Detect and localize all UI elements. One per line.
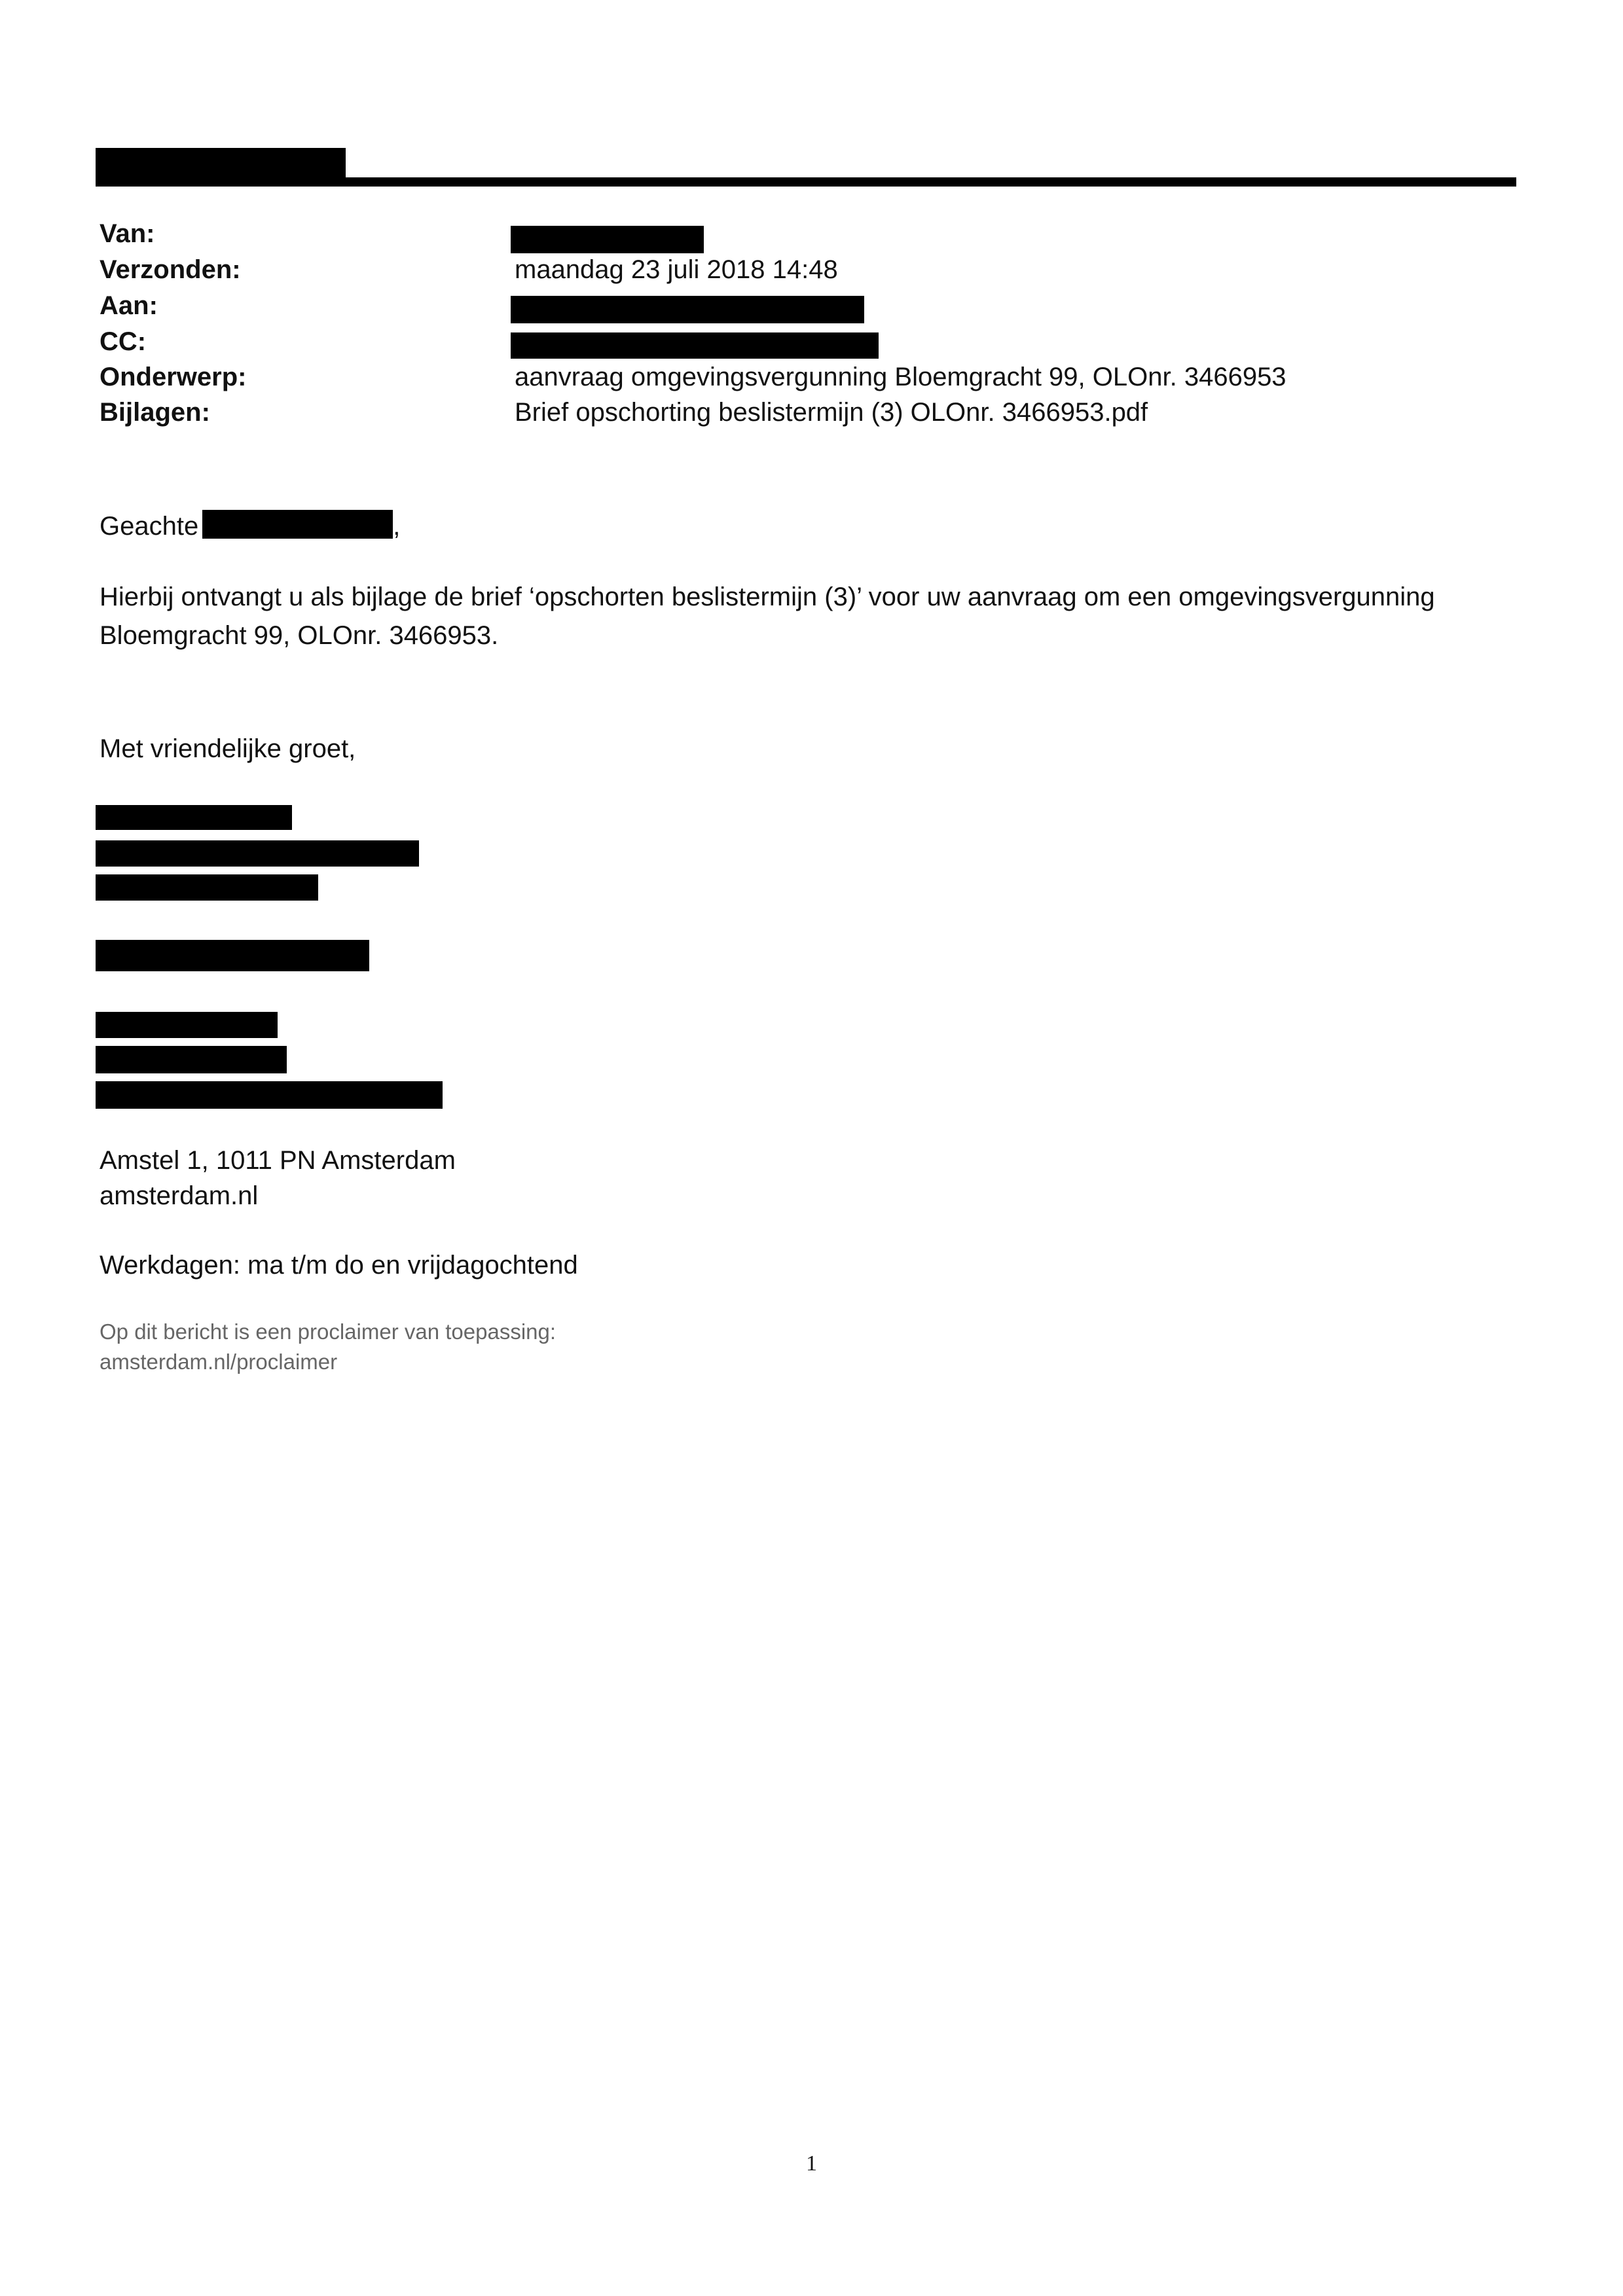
sent-label: Verzonden: — [100, 255, 241, 284]
proclaimer-link[interactable]: amsterdam.nl/proclaimer — [100, 1348, 337, 1376]
redacted-to-value — [511, 296, 864, 323]
redacted-recipient-name — [202, 510, 393, 539]
proclaimer-line-1: Op dit bericht is een proclaimer van toe… — [100, 1319, 556, 1344]
attachments-value: Brief opschorting beslistermijn (3) OLOn… — [515, 398, 1148, 427]
redacted-signature-line — [96, 940, 369, 971]
cc-label: CC: — [100, 327, 147, 356]
redacted-signature-line — [96, 874, 318, 901]
attachments-label: Bijlagen: — [100, 398, 210, 427]
salutation-punct: , — [393, 512, 401, 541]
redacted-signature-line — [96, 1012, 278, 1038]
address-website: amsterdam.nl — [100, 1181, 259, 1210]
redacted-signature-line — [96, 1046, 287, 1073]
redacted-signature-line — [96, 1081, 443, 1109]
subject-label: Onderwerp: — [100, 363, 247, 391]
subject-value: aanvraag omgevingsvergunning Bloemgracht… — [515, 363, 1286, 391]
salutation: Geachte, — [100, 506, 400, 543]
message-line-1: Hierbij ontvangt u als bijlage de brief … — [100, 583, 1435, 611]
workdays: Werkdagen: ma t/m do en vrijdagochtend — [100, 1251, 578, 1280]
redacted-cc-value — [511, 332, 879, 359]
sent-value: maandag 23 juli 2018 14:48 — [515, 255, 838, 284]
redacted-signature-line — [96, 805, 292, 830]
header-rule — [96, 177, 1516, 187]
salutation-text: Geachte — [100, 512, 199, 541]
redacted-from-value — [511, 226, 704, 253]
message-line-2: Bloemgracht 99, OLOnr. 3466953. — [100, 621, 499, 650]
address-line-1: Amstel 1, 1011 PN Amsterdam — [100, 1146, 456, 1175]
to-label: Aan: — [100, 291, 158, 320]
redacted-signature-line — [96, 840, 419, 867]
from-label: Van: — [100, 219, 155, 248]
redacted-sender-name — [96, 148, 346, 181]
closing: Met vriendelijke groet, — [100, 734, 356, 763]
page-number: 1 — [806, 2151, 817, 2176]
